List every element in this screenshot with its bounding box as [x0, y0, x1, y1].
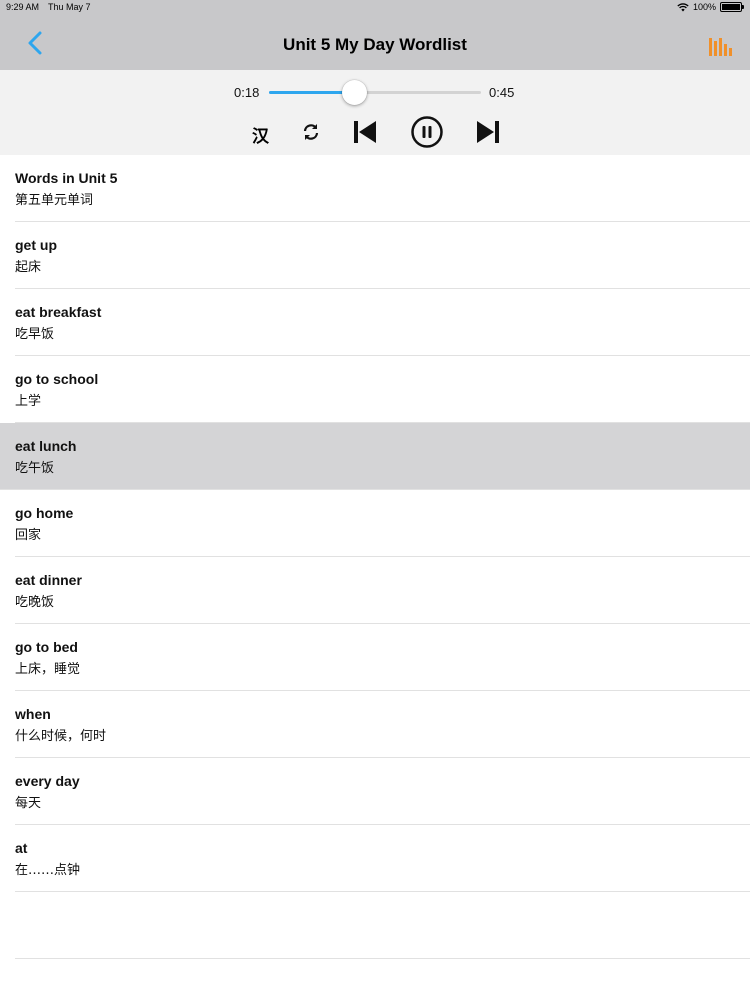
- nav-bar: Unit 5 My Day Wordlist: [0, 16, 750, 70]
- repeat-icon[interactable]: [301, 122, 321, 142]
- next-icon[interactable]: [476, 120, 500, 144]
- word-english: every day: [15, 773, 80, 789]
- word-english: go to school: [15, 371, 99, 387]
- word-english: eat dinner: [15, 572, 82, 588]
- current-time: 0:18: [234, 85, 260, 100]
- word-chinese: 吃午饭: [15, 461, 55, 476]
- list-item[interactable]: when 什么时候，何时: [15, 691, 750, 758]
- list-item[interactable]: eat dinner 吃晚饭: [15, 557, 750, 624]
- battery-percent: 100%: [692, 2, 716, 12]
- word-english: at: [15, 840, 28, 856]
- list-item[interactable]: go to school 上学: [15, 356, 750, 423]
- previous-icon[interactable]: [353, 120, 377, 144]
- bar-chart-icon[interactable]: [708, 36, 732, 56]
- empty-row: [15, 892, 750, 959]
- battery-icon: [720, 2, 744, 12]
- word-english: go to bed: [15, 639, 78, 655]
- word-list: Words in Unit 5 第五单元单词 get up 起床 eat bre…: [0, 155, 750, 959]
- progress-slider[interactable]: [269, 80, 481, 105]
- word-english: go home: [15, 505, 74, 521]
- word-english: eat breakfast: [15, 304, 102, 320]
- pause-icon[interactable]: [411, 116, 443, 148]
- audio-player: 0:18 0:45 汉: [0, 70, 750, 155]
- status-date: Thu May 7: [48, 2, 91, 12]
- list-item[interactable]: go home 回家: [15, 490, 750, 557]
- list-item[interactable]: Words in Unit 5 第五单元单词: [15, 155, 750, 222]
- word-chinese: 吃晚饭: [15, 595, 55, 610]
- word-chinese: 什么时候，何时: [15, 729, 107, 744]
- chinese-toggle-button[interactable]: 汉: [252, 122, 269, 147]
- list-item[interactable]: at 在……点钟: [15, 825, 750, 892]
- word-chinese: 第五单元单词: [15, 193, 94, 208]
- progress-thumb[interactable]: [341, 80, 367, 105]
- status-right: 100%: [677, 2, 744, 12]
- word-chinese: 上学: [15, 394, 42, 409]
- list-item[interactable]: eat breakfast 吃早饭: [15, 289, 750, 356]
- status-bar: 9:29 AM Thu May 7 100%: [0, 0, 750, 16]
- word-chinese: 回家: [15, 528, 42, 543]
- total-time: 0:45: [489, 85, 515, 100]
- word-english: get up: [15, 237, 57, 253]
- word-chinese: 上床，睡觉: [15, 662, 81, 677]
- word-chinese: 起床: [15, 260, 42, 275]
- word-chinese: 在……点钟: [15, 863, 81, 878]
- word-english: eat lunch: [15, 438, 77, 454]
- word-english: when: [15, 706, 51, 722]
- list-item[interactable]: get up 起床: [15, 222, 750, 289]
- page-title: Unit 5 My Day Wordlist: [283, 35, 467, 54]
- word-english: Words in Unit 5: [15, 170, 118, 186]
- list-item[interactable]: go to bed 上床，睡觉: [15, 624, 750, 691]
- list-item-selected[interactable]: eat lunch 吃午饭: [0, 423, 750, 490]
- word-chinese: 每天: [15, 796, 42, 811]
- word-chinese: 吃早饭: [15, 327, 55, 342]
- status-time: 9:29 AM: [6, 2, 40, 12]
- wifi-icon: [677, 2, 689, 11]
- list-item[interactable]: every day 每天: [15, 758, 750, 825]
